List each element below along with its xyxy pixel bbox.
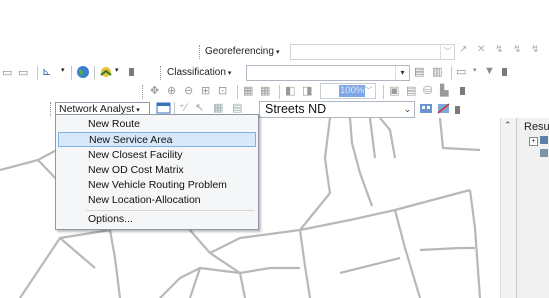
menu-item-new-vehicle-routing-problem[interactable]: New Vehicle Routing Problem xyxy=(58,178,256,193)
road xyxy=(108,229,122,298)
road xyxy=(339,256,401,275)
results-panel: Resu + xyxy=(516,118,549,298)
toolbar-separator xyxy=(237,85,238,99)
georeferencing-dropdown[interactable]: Georeferencing ▾ xyxy=(205,44,279,60)
rotate-icon[interactable]: ↯ xyxy=(495,44,511,60)
layer-icon xyxy=(540,149,548,157)
menu-item-options[interactable]: Options... xyxy=(58,212,256,227)
arctoolbox-icon[interactable]: ▙ xyxy=(440,84,456,100)
road xyxy=(379,118,397,159)
road xyxy=(468,189,482,298)
chevron-down-icon: ⌄ xyxy=(403,104,412,114)
chevron-down-icon[interactable]: ▾ xyxy=(473,66,477,74)
toolbar-grip[interactable] xyxy=(50,102,54,116)
layer-icon xyxy=(540,136,548,144)
chevron-down-icon[interactable]: ▾ xyxy=(115,66,119,74)
chevron-down-icon: ﹀ xyxy=(364,86,373,95)
zoom-out-icon[interactable]: ⊖ xyxy=(184,84,200,100)
fixed-zoom-icon[interactable]: ⊡ xyxy=(218,84,234,100)
road xyxy=(238,272,247,298)
toolbar-options-icon[interactable] xyxy=(502,68,507,76)
shift-icon[interactable]: ↯ xyxy=(513,44,529,60)
toolbar-grip[interactable] xyxy=(142,85,146,99)
network-dataset-combo[interactable]: Streets ND ⌄ xyxy=(259,101,415,118)
classification-dropdown[interactable]: Classification ▾ xyxy=(167,65,231,81)
toolbar-options-icon[interactable] xyxy=(129,68,134,76)
chevron-down-icon: ▾ xyxy=(227,70,232,77)
map-vertical-scrollbar[interactable]: ⌃ xyxy=(500,118,517,298)
chart-icon[interactable]: ⊾ xyxy=(42,65,58,81)
toolbar-separator xyxy=(37,66,38,80)
menu-item-label: New Service Area xyxy=(89,134,173,146)
menu-item-label: New Location-Allocation xyxy=(88,194,201,206)
menu-item-new-service-area[interactable]: New Service Area xyxy=(58,132,256,147)
toolbar-grip[interactable] xyxy=(199,45,203,59)
chevron-down-icon: ▾ xyxy=(275,49,280,56)
classification-label: Classification xyxy=(167,67,226,78)
catalog-icon[interactable]: ⛁ xyxy=(423,84,439,100)
road xyxy=(368,118,377,159)
select-features-icon[interactable]: ▦ xyxy=(243,84,259,100)
sample-icon[interactable]: ▭ xyxy=(456,65,472,81)
toolbar-separator xyxy=(451,66,452,80)
road xyxy=(19,236,96,298)
menu-item-label: New Vehicle Routing Problem xyxy=(88,179,227,191)
toolbar-separator xyxy=(94,66,95,80)
layout-page-icon[interactable]: ▣ xyxy=(389,84,405,100)
toolbar-options-icon[interactable] xyxy=(460,87,465,95)
zoom-in-icon[interactable]: ⊕ xyxy=(167,84,183,100)
grid-icon[interactable]: ▤ xyxy=(414,65,430,81)
histogram-icon[interactable]: ▥ xyxy=(432,65,448,81)
road xyxy=(419,246,475,252)
chevron-down-icon: ▾ xyxy=(136,107,140,114)
clear-selection-icon[interactable]: ▦ xyxy=(260,84,276,100)
network-dataset-value: Streets ND xyxy=(265,102,327,116)
back-extent-icon[interactable]: ◧ xyxy=(285,84,301,100)
chevron-down-icon[interactable]: ▾ xyxy=(61,66,65,74)
filter-icon[interactable]: ▼ xyxy=(484,65,500,81)
expand-tree-icon[interactable]: + xyxy=(529,137,538,146)
road xyxy=(348,118,374,207)
georeferencing-label: Georeferencing xyxy=(205,46,274,57)
forward-extent-icon[interactable]: ◨ xyxy=(302,84,318,100)
menu-item-label: New Route xyxy=(88,118,140,130)
chevron-down-icon: ﹀ xyxy=(440,45,454,59)
road xyxy=(393,209,422,298)
menu-item-label: New OD Cost Matrix xyxy=(88,164,184,176)
table-icon[interactable]: ▤ xyxy=(406,84,422,100)
zoom-combo[interactable]: 100% ﹀ xyxy=(320,83,376,99)
classification-combo[interactable]: ▾ xyxy=(246,65,410,81)
add-control-points-icon[interactable]: ↗ xyxy=(459,44,475,60)
menu-item-label: Options... xyxy=(88,213,133,225)
build-network-icon[interactable] xyxy=(419,101,435,117)
menu-item-new-location-allocation[interactable]: New Location-Allocation xyxy=(58,193,256,208)
link-table-icon[interactable]: ✕ xyxy=(477,44,493,60)
toolbar-separator xyxy=(71,66,72,80)
road xyxy=(298,229,312,298)
results-panel-title: Resu xyxy=(524,121,549,133)
toolbar-grip[interactable] xyxy=(160,66,164,80)
scale-icon[interactable]: ↯ xyxy=(531,44,547,60)
chevron-down-icon: ▾ xyxy=(395,66,409,80)
toolbar-separator xyxy=(383,85,384,99)
road xyxy=(438,118,481,152)
menu-item-new-closest-facility[interactable]: New Closest Facility xyxy=(58,148,256,163)
print-icon[interactable]: ▭ xyxy=(2,66,18,82)
menu-item-new-route[interactable]: New Route xyxy=(58,117,256,132)
road xyxy=(323,118,332,194)
georeferencing-layer-combo[interactable]: ﹀ xyxy=(290,44,455,60)
menu-item-label: New Closest Facility xyxy=(88,149,183,161)
menu-separator xyxy=(86,210,254,211)
toolbar-separator xyxy=(279,85,280,99)
menu-item-new-od-cost-matrix[interactable]: New OD Cost Matrix xyxy=(58,163,256,178)
network-analyst-menu: New Route New Service Area New Closest F… xyxy=(55,114,259,230)
globe-icon[interactable] xyxy=(76,65,92,81)
print-preview-icon[interactable]: ▭ xyxy=(18,66,34,82)
network-identify-icon[interactable] xyxy=(436,101,452,117)
full-extent-icon[interactable]: ⊞ xyxy=(201,84,217,100)
pan-icon[interactable]: ✥ xyxy=(150,84,166,100)
layer-tool-icon[interactable] xyxy=(99,65,115,81)
scroll-up-icon[interactable]: ⌃ xyxy=(504,120,512,131)
toolbar-options-icon[interactable] xyxy=(455,106,460,114)
